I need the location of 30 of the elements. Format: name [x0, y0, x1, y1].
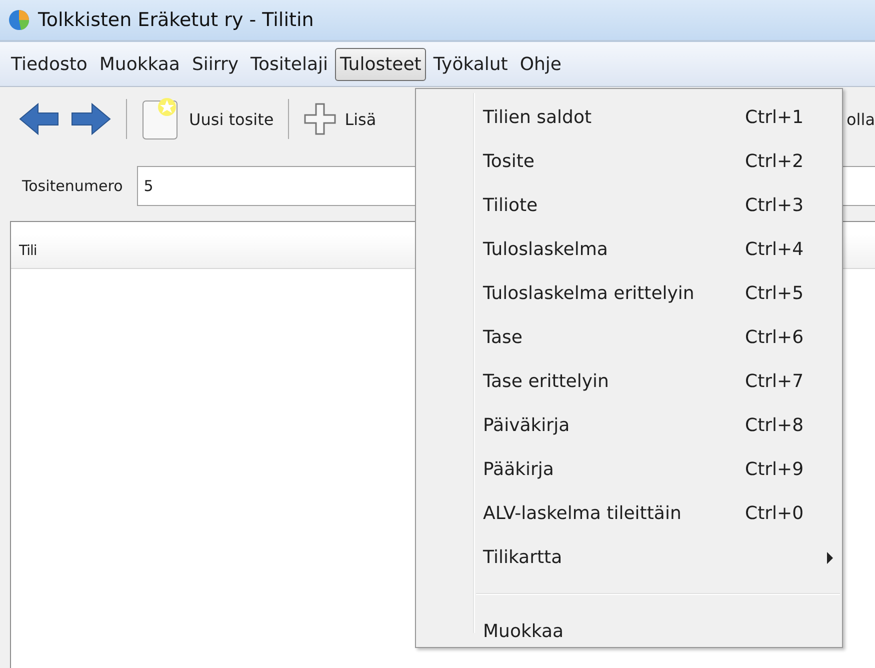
plus-icon — [302, 102, 337, 136]
menu-title[interactable]: Tulosteet — [335, 48, 426, 80]
menu-item[interactable]: Päiväkirja Ctrl+8 — [416, 403, 840, 447]
menu-title[interactable]: Työkalut — [428, 48, 513, 80]
menu-item[interactable]: Tase erittelyin Ctrl+7 — [416, 359, 840, 403]
right-arrow-icon[interactable] — [70, 102, 112, 136]
menu-title[interactable]: Tositelaji — [246, 48, 334, 80]
menu-item[interactable]: Tiliote Ctrl+3 — [416, 183, 840, 227]
menu-title[interactable]: Siirry — [186, 48, 244, 80]
menu-title[interactable]: Ohje — [514, 48, 566, 80]
menu-item[interactable]: Tosite Ctrl+2 — [416, 139, 840, 183]
submenu-arrow-icon — [826, 552, 834, 564]
column-header[interactable]: Tili — [11, 243, 37, 259]
menu-item[interactable]: Tuloslaskelma Ctrl+4 — [416, 227, 840, 271]
menu-item[interactable]: ALV-laskelma tileittäin Ctrl+0 — [416, 491, 840, 535]
toolbar-button[interactable]: olla — [846, 110, 875, 128]
app-logo-icon — [8, 9, 30, 31]
menu-item[interactable]: Tilikartta — [416, 535, 840, 579]
toolbar-button[interactable]: Uusi tosite — [141, 97, 274, 141]
menu-item[interactable]: Tilien saldot Ctrl+1 — [416, 95, 840, 139]
window-title: Tolkkisten Eräketut ry - Tilitin — [38, 9, 314, 31]
menu-item[interactable]: Tase Ctrl+6 — [416, 315, 840, 359]
menu-item[interactable]: Pääkirja Ctrl+9 — [416, 447, 840, 491]
left-arrow-icon[interactable] — [18, 102, 60, 136]
field-label: Tositenumero — [22, 177, 123, 195]
menu-item[interactable]: Muokkaa — [416, 609, 840, 653]
menu-title[interactable]: Tiedosto — [6, 48, 92, 80]
menu-title[interactable]: Muokkaa — [94, 48, 185, 80]
toolbar-button[interactable]: Lisä — [302, 102, 376, 136]
menu-item[interactable]: Tuloslaskelma erittelyin Ctrl+5 — [416, 271, 840, 315]
